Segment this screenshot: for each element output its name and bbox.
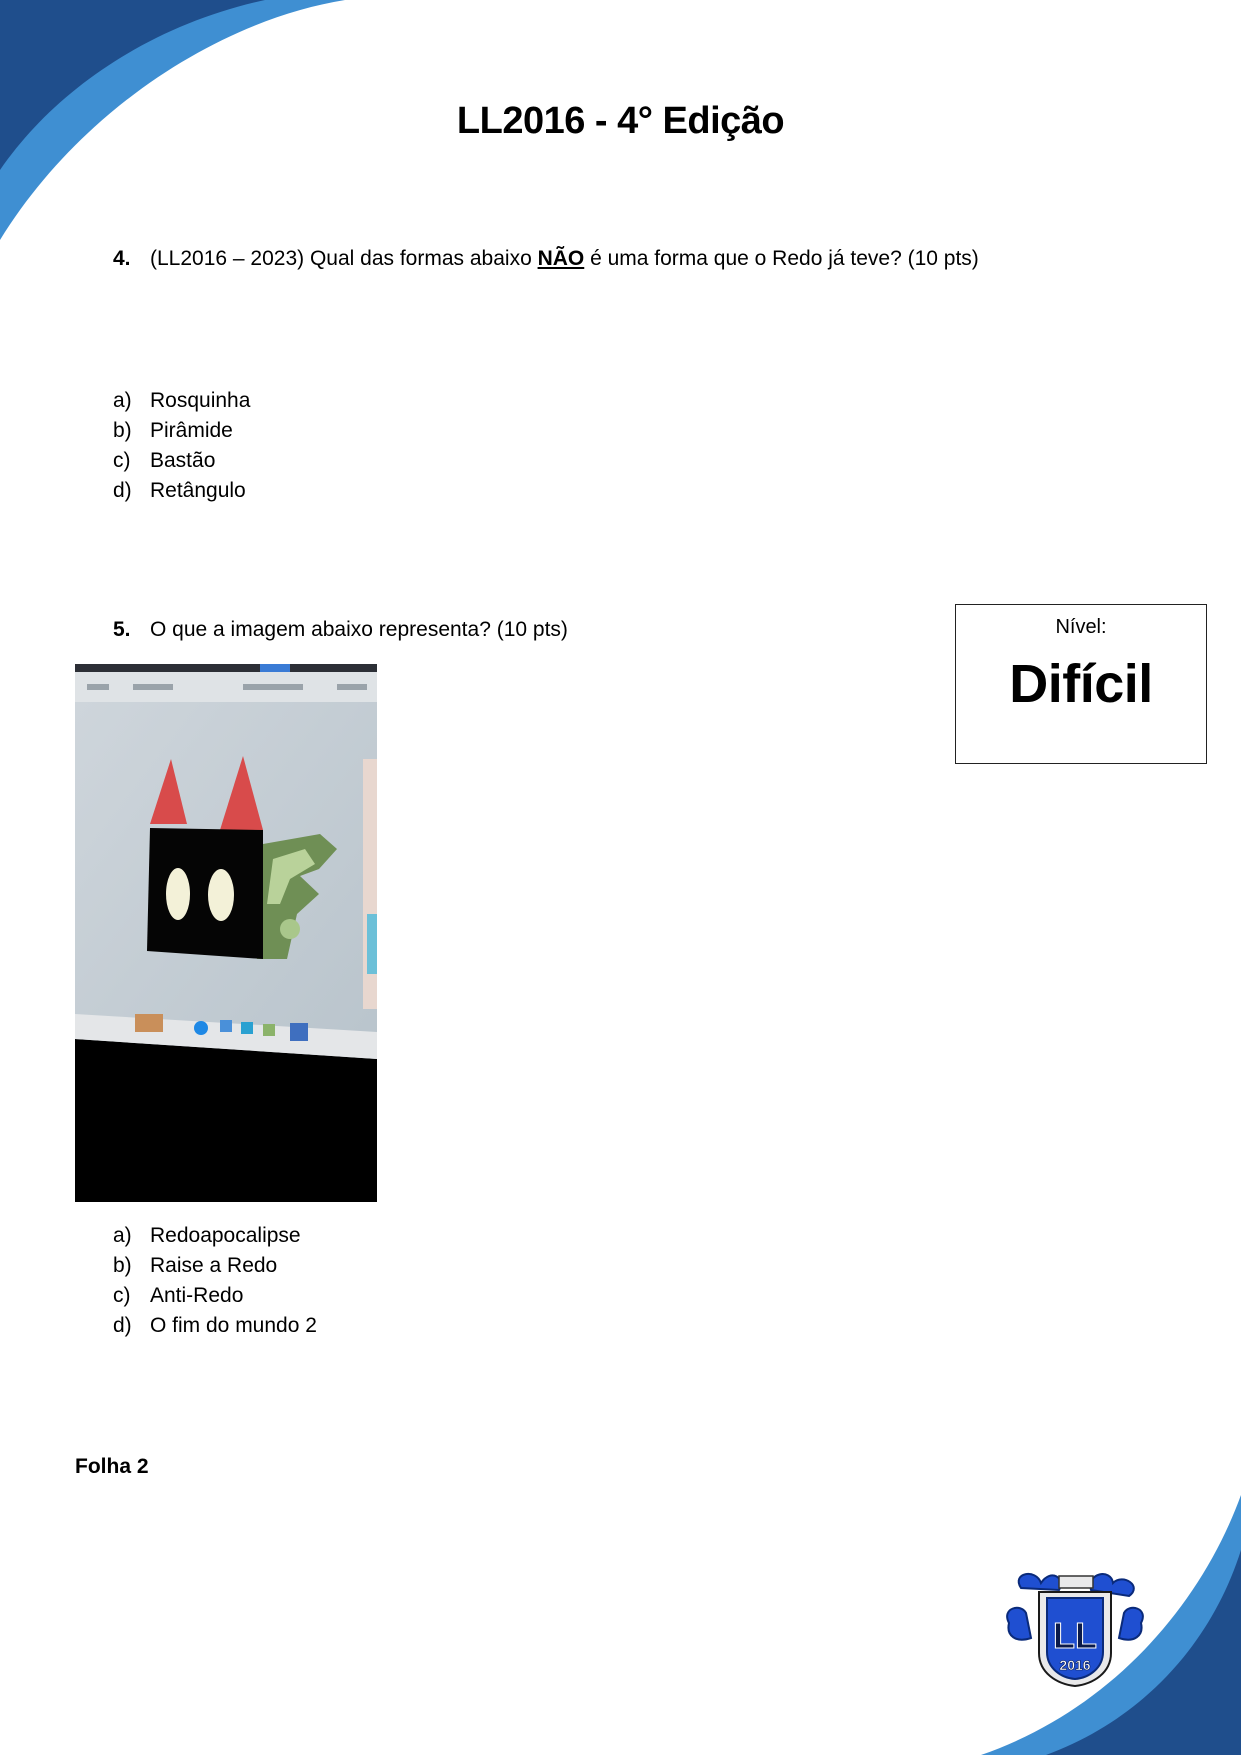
option-letter: a) xyxy=(113,389,132,412)
option-text: O fim do mundo 2 xyxy=(150,1314,317,1337)
question-text: O que a imagem abaixo representa? (10 pt… xyxy=(150,618,568,641)
logo-text-ll: LL xyxy=(1053,1615,1097,1656)
question-emphasis: NÃO xyxy=(537,247,585,270)
option-a: a) Rosquinha xyxy=(113,386,250,416)
option-letter: d) xyxy=(113,1314,132,1337)
option-text: Rosquinha xyxy=(150,389,251,412)
question-photo xyxy=(75,664,377,1202)
question-number: 5. xyxy=(113,618,131,641)
photo-illustration xyxy=(75,664,377,1059)
question-text-after: é uma forma que o Redo já teve? (10 pts) xyxy=(584,247,979,270)
option-c: c) Bastão xyxy=(113,446,250,476)
option-text: Pirâmide xyxy=(150,419,233,442)
difficulty-label: Nível: xyxy=(1055,616,1107,638)
difficulty-value: Difícil xyxy=(1009,654,1153,714)
option-text: Retângulo xyxy=(150,479,246,502)
option-a: a) Redoapocalipse xyxy=(113,1221,317,1251)
option-letter: d) xyxy=(113,479,132,502)
question-5-options: a) Redoapocalipse b) Raise a Redo c) Anti-R… xyxy=(113,1221,317,1341)
option-letter: b) xyxy=(113,419,132,442)
question-number: 4. xyxy=(113,247,131,270)
logo-text-year: 2016 xyxy=(1059,1657,1090,1673)
question-5: 5. O que a imagem abaixo representa? (10 … xyxy=(113,618,568,642)
sheet-label: Folha 2 xyxy=(75,1455,149,1478)
option-text: Bastão xyxy=(150,449,216,472)
option-letter: b) xyxy=(113,1254,132,1277)
option-letter: c) xyxy=(113,449,131,472)
page-title: LL2016 - 4° Edição xyxy=(456,100,785,142)
ll2016-logo: LL 2016 xyxy=(1006,1573,1144,1688)
option-d: d) O fim do mundo 2 xyxy=(113,1311,317,1341)
option-text: Anti-Redo xyxy=(150,1284,244,1307)
option-d: d) Retângulo xyxy=(113,476,250,506)
option-c: c) Anti-Redo xyxy=(113,1281,317,1311)
option-b: b) Raise a Redo xyxy=(113,1251,317,1281)
question-4: 4. (LL2016 – 2023) Qual das formas abaixo… xyxy=(113,247,979,271)
option-text: Raise a Redo xyxy=(150,1254,278,1277)
option-letter: c) xyxy=(113,1284,131,1307)
difficulty-box: Nível: Difícil xyxy=(955,604,1207,764)
question-4-options: a) Rosquinha b) Pirâmide c) Bastão d) Retâng… xyxy=(113,386,250,506)
option-b: b) Pirâmide xyxy=(113,416,250,446)
option-letter: a) xyxy=(113,1224,132,1247)
option-text: Redoapocalipse xyxy=(150,1224,301,1247)
question-text-before: (LL2016 – 2023) Qual das formas abaixo xyxy=(150,247,538,270)
